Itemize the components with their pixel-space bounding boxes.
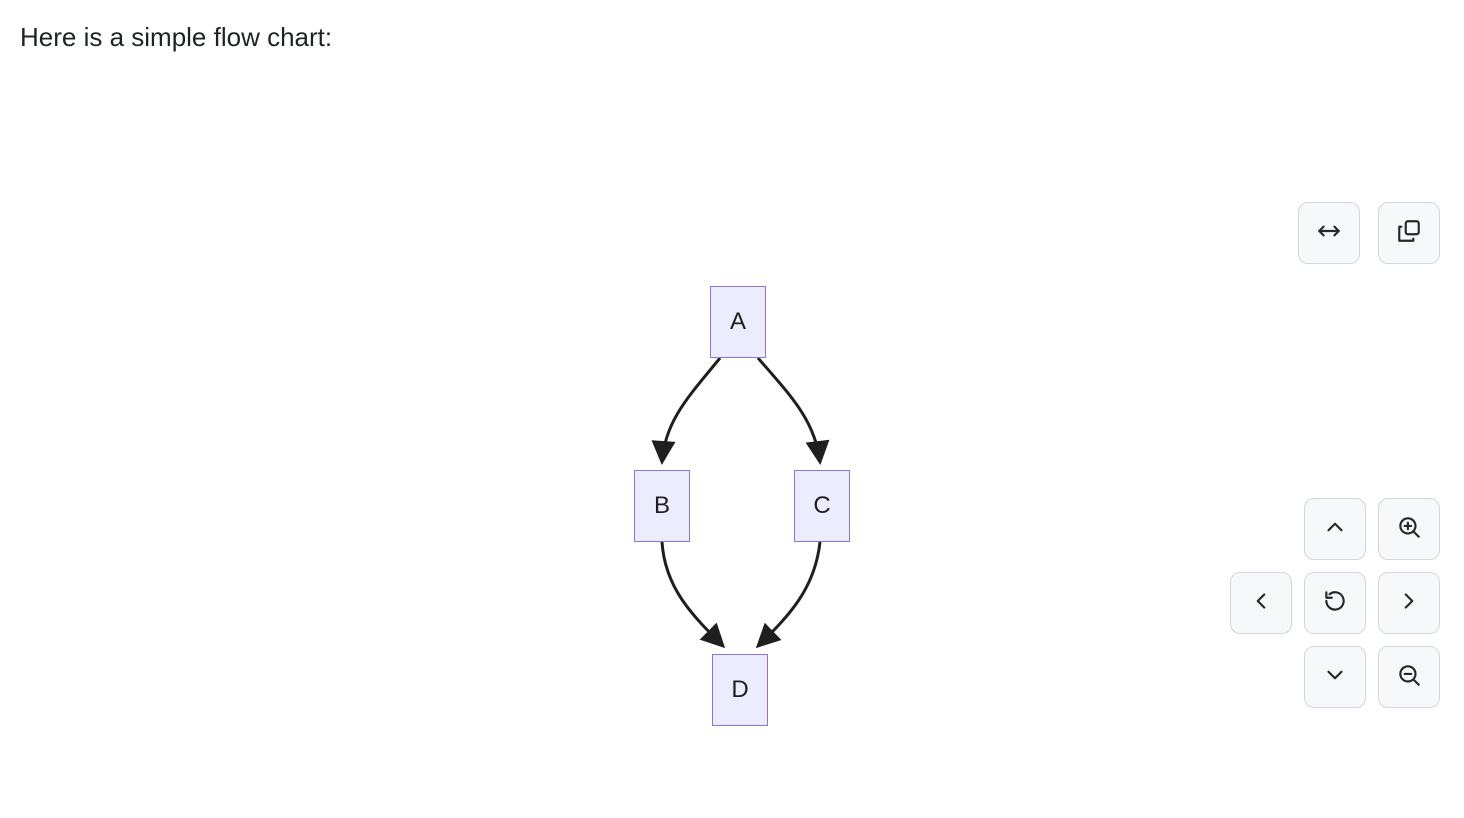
chevron-right-icon (1396, 588, 1422, 619)
fit-width-icon (1316, 218, 1342, 249)
zoom-out-button[interactable] (1378, 646, 1440, 708)
chevron-left-icon (1248, 588, 1274, 619)
zoom-in-icon (1396, 514, 1422, 545)
chevron-down-icon (1322, 662, 1348, 693)
edge-a-c (758, 358, 820, 462)
page-heading: Here is a simple flow chart: (20, 22, 332, 53)
pan-right-button[interactable] (1378, 572, 1440, 634)
toolbar-top (1298, 202, 1440, 264)
node-d[interactable]: D (712, 654, 768, 726)
pan-up-button[interactable] (1304, 498, 1366, 560)
reset-icon (1322, 588, 1348, 619)
reset-button[interactable] (1304, 572, 1366, 634)
pan-left-button[interactable] (1230, 572, 1292, 634)
node-a[interactable]: A (710, 286, 766, 358)
toolbar-bottom (1230, 498, 1440, 708)
edge-c-d (758, 542, 820, 646)
node-b[interactable]: B (634, 470, 690, 542)
copy-button[interactable] (1378, 202, 1440, 264)
edge-a-b (662, 358, 720, 462)
zoom-in-button[interactable] (1378, 498, 1440, 560)
diagram-canvas[interactable]: A B C D (0, 90, 1464, 728)
copy-icon (1396, 218, 1422, 249)
zoom-out-icon (1396, 662, 1422, 693)
node-c[interactable]: C (794, 470, 850, 542)
fit-width-button[interactable] (1298, 202, 1360, 264)
chevron-up-icon (1322, 514, 1348, 545)
edge-b-d (662, 542, 723, 646)
pan-down-button[interactable] (1304, 646, 1366, 708)
